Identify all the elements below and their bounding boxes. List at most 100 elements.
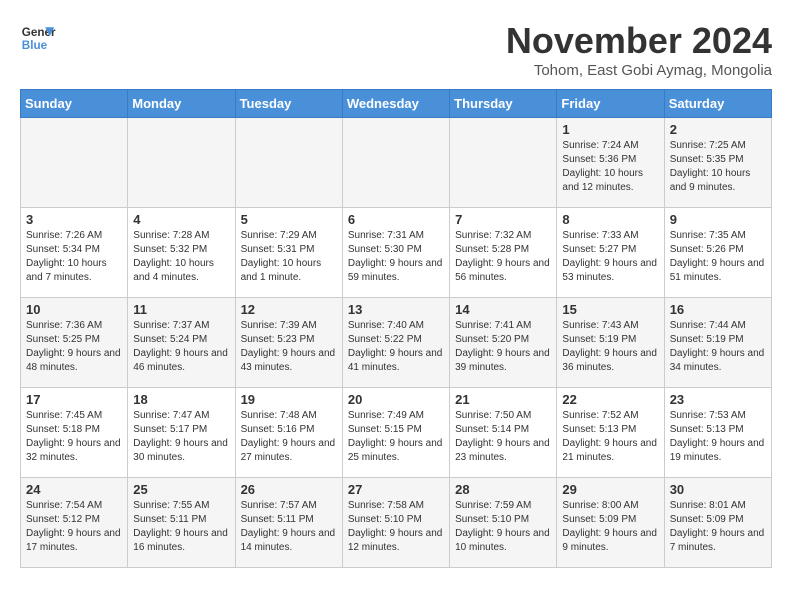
day-number: 20 — [348, 392, 444, 407]
calendar-week-row: 1 Sunrise: 7:24 AM Sunset: 5:36 PM Daylig… — [21, 118, 772, 208]
day-info: Sunrise: 7:54 AM Sunset: 5:12 PM Dayligh… — [26, 499, 122, 555]
calendar-cell — [450, 118, 557, 208]
calendar-cell: 13 Sunrise: 7:40 AM Sunset: 5:22 PM Dayli… — [342, 298, 449, 388]
logo-icon: General Blue — [20, 20, 56, 56]
day-info: Sunrise: 7:58 AM Sunset: 5:10 PM Dayligh… — [348, 499, 444, 555]
day-info: Sunrise: 7:26 AM Sunset: 5:34 PM Dayligh… — [26, 229, 122, 285]
day-number: 24 — [26, 482, 122, 497]
day-number: 1 — [562, 122, 658, 137]
day-number: 9 — [670, 212, 766, 227]
day-info: Sunrise: 7:52 AM Sunset: 5:13 PM Dayligh… — [562, 409, 658, 465]
day-number: 28 — [455, 482, 551, 497]
day-number: 22 — [562, 392, 658, 407]
day-number: 26 — [241, 482, 337, 497]
day-info: Sunrise: 7:44 AM Sunset: 5:19 PM Dayligh… — [670, 319, 766, 375]
calendar-cell: 12 Sunrise: 7:39 AM Sunset: 5:23 PM Dayli… — [235, 298, 342, 388]
svg-text:Blue: Blue — [22, 39, 48, 52]
calendar-cell: 11 Sunrise: 7:37 AM Sunset: 5:24 PM Dayli… — [128, 298, 235, 388]
day-number: 16 — [670, 302, 766, 317]
day-number: 6 — [348, 212, 444, 227]
day-info: Sunrise: 7:33 AM Sunset: 5:27 PM Dayligh… — [562, 229, 658, 285]
page-header: General Blue November 2024 Tohom, East G… — [20, 20, 772, 79]
calendar-cell: 16 Sunrise: 7:44 AM Sunset: 5:19 PM Dayli… — [664, 298, 771, 388]
calendar-cell: 19 Sunrise: 7:48 AM Sunset: 5:16 PM Dayli… — [235, 388, 342, 478]
day-info: Sunrise: 7:43 AM Sunset: 5:19 PM Dayligh… — [562, 319, 658, 375]
day-info: Sunrise: 7:35 AM Sunset: 5:26 PM Dayligh… — [670, 229, 766, 285]
day-number: 14 — [455, 302, 551, 317]
day-info: Sunrise: 7:53 AM Sunset: 5:13 PM Dayligh… — [670, 409, 766, 465]
day-number: 11 — [133, 302, 229, 317]
day-info: Sunrise: 7:59 AM Sunset: 5:10 PM Dayligh… — [455, 499, 551, 555]
day-number: 12 — [241, 302, 337, 317]
calendar-cell: 28 Sunrise: 7:59 AM Sunset: 5:10 PM Dayli… — [450, 478, 557, 568]
calendar-cell: 25 Sunrise: 7:55 AM Sunset: 5:11 PM Dayli… — [128, 478, 235, 568]
calendar-cell: 9 Sunrise: 7:35 AM Sunset: 5:26 PM Daylig… — [664, 208, 771, 298]
calendar-week-row: 10 Sunrise: 7:36 AM Sunset: 5:25 PM Dayli… — [21, 298, 772, 388]
weekday-header-monday: Monday — [128, 90, 235, 118]
day-info: Sunrise: 7:55 AM Sunset: 5:11 PM Dayligh… — [133, 499, 229, 555]
calendar-cell: 5 Sunrise: 7:29 AM Sunset: 5:31 PM Daylig… — [235, 208, 342, 298]
day-info: Sunrise: 7:29 AM Sunset: 5:31 PM Dayligh… — [241, 229, 337, 285]
calendar-cell: 7Sunrise: 7:32 AM Sunset: 5:28 PM Daylig… — [450, 208, 557, 298]
day-info: Sunrise: 7:41 AM Sunset: 5:20 PM Dayligh… — [455, 319, 551, 375]
day-number: 13 — [348, 302, 444, 317]
weekday-header-sunday: Sunday — [21, 90, 128, 118]
weekday-header-wednesday: Wednesday — [342, 90, 449, 118]
day-info: Sunrise: 7:28 AM Sunset: 5:32 PM Dayligh… — [133, 229, 229, 285]
weekday-header-thursday: Thursday — [450, 90, 557, 118]
day-number: 17 — [26, 392, 122, 407]
day-info: Sunrise: 7:31 AM Sunset: 5:30 PM Dayligh… — [348, 229, 444, 285]
day-info: Sunrise: 7:45 AM Sunset: 5:18 PM Dayligh… — [26, 409, 122, 465]
day-number: 10 — [26, 302, 122, 317]
calendar-week-row: 24 Sunrise: 7:54 AM Sunset: 5:12 PM Dayli… — [21, 478, 772, 568]
calendar-cell: 29Sunrise: 8:00 AM Sunset: 5:09 PM Dayli… — [557, 478, 664, 568]
calendar-cell: 4 Sunrise: 7:28 AM Sunset: 5:32 PM Daylig… — [128, 208, 235, 298]
calendar-week-row: 17 Sunrise: 7:45 AM Sunset: 5:18 PM Dayli… — [21, 388, 772, 478]
calendar-header-row: SundayMondayTuesdayWednesdayThursdayFrid… — [21, 90, 772, 118]
day-number: 23 — [670, 392, 766, 407]
day-info: Sunrise: 7:57 AM Sunset: 5:11 PM Dayligh… — [241, 499, 337, 555]
calendar-cell: 14 Sunrise: 7:41 AM Sunset: 5:20 PM Dayli… — [450, 298, 557, 388]
day-number: 25 — [133, 482, 229, 497]
calendar-cell: 20 Sunrise: 7:49 AM Sunset: 5:15 PM Dayli… — [342, 388, 449, 478]
day-info: Sunrise: 7:50 AM Sunset: 5:14 PM Dayligh… — [455, 409, 551, 465]
calendar-body: 1 Sunrise: 7:24 AM Sunset: 5:36 PM Daylig… — [21, 118, 772, 568]
day-info: Sunrise: 7:40 AM Sunset: 5:22 PM Dayligh… — [348, 319, 444, 375]
logo: General Blue — [20, 20, 56, 56]
day-number: 5 — [241, 212, 337, 227]
calendar-cell: 22 Sunrise: 7:52 AM Sunset: 5:13 PM Dayli… — [557, 388, 664, 478]
calendar-cell — [342, 118, 449, 208]
calendar-cell: 10 Sunrise: 7:36 AM Sunset: 5:25 PM Dayli… — [21, 298, 128, 388]
day-number: 21 — [455, 392, 551, 407]
day-number: 19 — [241, 392, 337, 407]
day-info: Sunrise: 7:32 AM Sunset: 5:28 PM Dayligh… — [455, 229, 551, 285]
day-number: 8 — [562, 212, 658, 227]
calendar-cell — [235, 118, 342, 208]
day-number: 27 — [348, 482, 444, 497]
day-info: Sunrise: 7:37 AM Sunset: 5:24 PM Dayligh… — [133, 319, 229, 375]
day-number: 30 — [670, 482, 766, 497]
day-number: 18 — [133, 392, 229, 407]
calendar-cell: 23 Sunrise: 7:53 AM Sunset: 5:13 PM Dayli… — [664, 388, 771, 478]
calendar-cell: 8 Sunrise: 7:33 AM Sunset: 5:27 PM Daylig… — [557, 208, 664, 298]
weekday-header-saturday: Saturday — [664, 90, 771, 118]
calendar-cell: 18Sunrise: 7:47 AM Sunset: 5:17 PM Dayli… — [128, 388, 235, 478]
weekday-header-friday: Friday — [557, 90, 664, 118]
calendar-cell: 17 Sunrise: 7:45 AM Sunset: 5:18 PM Dayli… — [21, 388, 128, 478]
day-info: Sunrise: 7:49 AM Sunset: 5:15 PM Dayligh… — [348, 409, 444, 465]
calendar-cell: 1 Sunrise: 7:24 AM Sunset: 5:36 PM Daylig… — [557, 118, 664, 208]
calendar-cell — [128, 118, 235, 208]
day-number: 2 — [670, 122, 766, 137]
day-info: Sunrise: 7:48 AM Sunset: 5:16 PM Dayligh… — [241, 409, 337, 465]
calendar-week-row: 3Sunrise: 7:26 AM Sunset: 5:34 PM Daylig… — [21, 208, 772, 298]
calendar-cell: 30 Sunrise: 8:01 AM Sunset: 5:09 PM Dayli… — [664, 478, 771, 568]
day-info: Sunrise: 7:36 AM Sunset: 5:25 PM Dayligh… — [26, 319, 122, 375]
day-info: Sunrise: 7:24 AM Sunset: 5:36 PM Dayligh… — [562, 139, 658, 195]
weekday-header-tuesday: Tuesday — [235, 90, 342, 118]
day-info: Sunrise: 8:01 AM Sunset: 5:09 PM Dayligh… — [670, 499, 766, 555]
location-subtitle: Tohom, East Gobi Aymag, Mongolia — [506, 62, 772, 79]
day-number: 4 — [133, 212, 229, 227]
title-block: November 2024 Tohom, East Gobi Aymag, Mo… — [506, 20, 772, 79]
day-info: Sunrise: 7:39 AM Sunset: 5:23 PM Dayligh… — [241, 319, 337, 375]
calendar-cell: 21 Sunrise: 7:50 AM Sunset: 5:14 PM Dayli… — [450, 388, 557, 478]
